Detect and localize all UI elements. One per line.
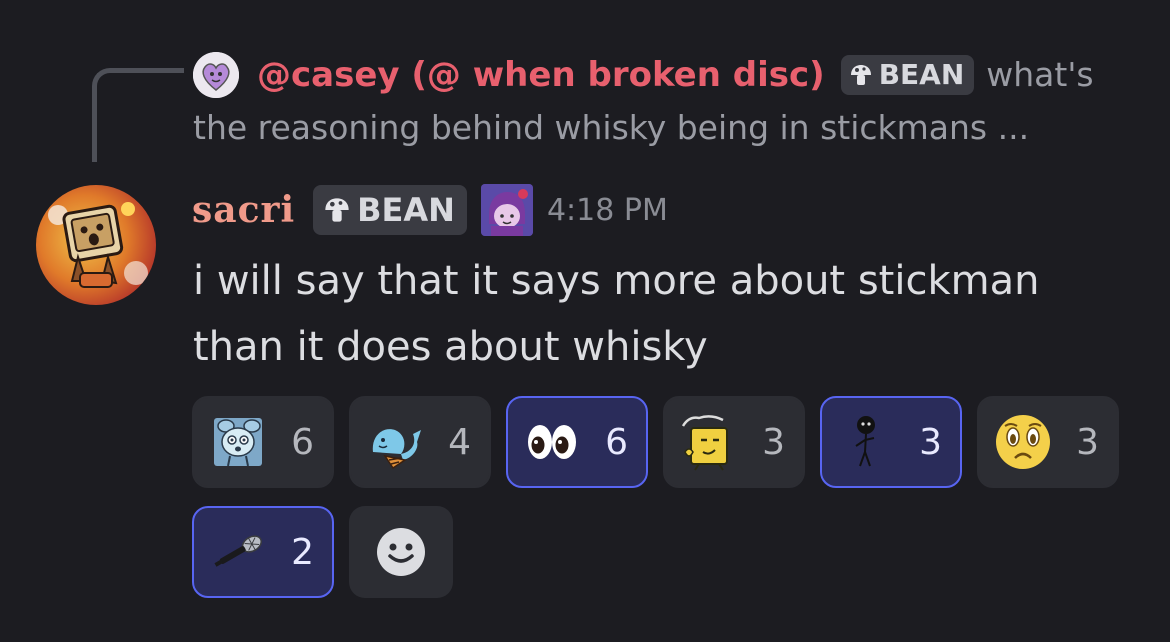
reaction-count: 6: [291, 421, 314, 463]
timestamp[interactable]: 4:18 PM: [547, 193, 668, 228]
reaction-hmm-block[interactable]: 3: [663, 396, 805, 488]
reaction-count: 6: [605, 421, 628, 463]
reaction-count: 3: [919, 421, 942, 463]
reaction-eyes[interactable]: 6: [506, 396, 648, 488]
reply-avatar[interactable]: [193, 52, 239, 98]
reply-author[interactable]: @casey (@ when broken disc): [257, 53, 825, 97]
reaction-shrimp[interactable]: 4: [349, 396, 491, 488]
reaction-blue-creature[interactable]: 6: [192, 396, 334, 488]
blue-creature-emoji: [208, 412, 268, 472]
reaction-count: 3: [762, 421, 785, 463]
hmm-block-emoji: [679, 412, 739, 472]
reply-text-continued: the reasoning behind whisky being in sti…: [193, 108, 1030, 147]
mushroom-icon: [850, 65, 871, 85]
avatar[interactable]: [36, 185, 156, 305]
role-icon[interactable]: [480, 184, 533, 236]
pleading-face-emoji: [993, 412, 1053, 472]
username[interactable]: sacri: [192, 189, 295, 231]
reaction-count: 2: [291, 531, 314, 573]
reaction-count: 4: [448, 421, 471, 463]
reaction-stickman[interactable]: 3: [820, 396, 962, 488]
reaction-microphone[interactable]: 2: [192, 506, 334, 598]
mushroom-icon: [325, 198, 349, 222]
reply-role-label: BEAN: [878, 58, 965, 91]
add-reaction-button[interactable]: [349, 506, 453, 598]
discord-message: @casey (@ when broken disc) BEAN what's …: [0, 0, 1170, 642]
reply-connector: [92, 68, 184, 162]
reaction-count: 3: [1076, 421, 1099, 463]
reactions-bar: 6 4 6 3 3 3 2: [192, 396, 1132, 598]
eyes-emoji: [522, 412, 582, 472]
smiley-face-icon: [377, 528, 425, 576]
reaction-pleading-face[interactable]: 3: [977, 396, 1119, 488]
reply-role-tag[interactable]: BEAN: [840, 55, 975, 95]
microphone-emoji: [208, 522, 268, 582]
role-tag-label: BEAN: [357, 191, 455, 229]
reply-preview[interactable]: @casey (@ when broken disc) BEAN what's …: [193, 52, 1143, 150]
role-tag[interactable]: BEAN: [313, 185, 467, 235]
message-content: i will say that it says more about stick…: [193, 258, 1040, 370]
shrimp-emoji: [365, 412, 425, 472]
stickman-emoji: [836, 412, 896, 472]
reply-text-start: what's: [986, 55, 1094, 94]
message-header: sacri BEAN 4:18 PM: [192, 183, 668, 237]
